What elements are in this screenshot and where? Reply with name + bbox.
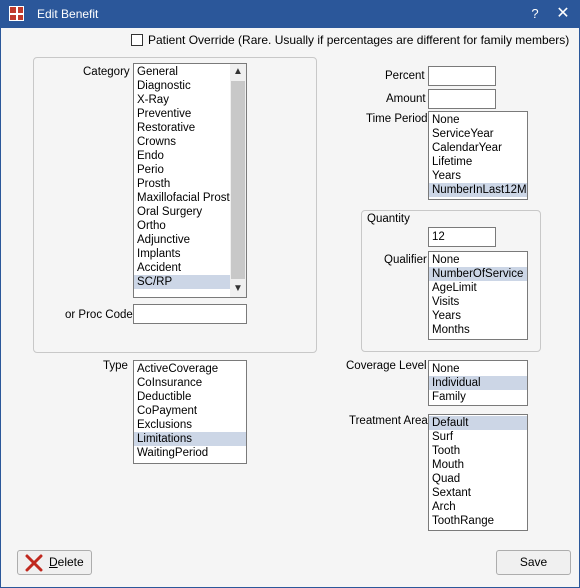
proc-code-input[interactable]	[133, 304, 247, 324]
scroll-thumb[interactable]	[231, 81, 245, 279]
qualifier-item-selected[interactable]: NumberOfService	[429, 267, 527, 281]
close-button[interactable]: ✕	[553, 4, 573, 24]
time-period-item[interactable]: None	[429, 113, 527, 127]
save-button[interactable]: Save	[496, 550, 571, 575]
qualifier-item[interactable]: Visits	[429, 295, 527, 309]
coverage-level-list[interactable]: None Individual Family	[428, 360, 528, 406]
percent-label: Percent	[385, 70, 425, 82]
category-item[interactable]: Accident	[134, 261, 231, 275]
qualifier-list[interactable]: None NumberOfService AgeLimit Visits Yea…	[428, 251, 528, 340]
time-period-item[interactable]: ServiceYear	[429, 127, 527, 141]
window-title: Edit Benefit	[37, 7, 99, 21]
category-item[interactable]: Preventive	[134, 107, 231, 121]
category-item[interactable]: Implants	[134, 247, 231, 261]
treatment-area-item[interactable]: Mouth	[429, 458, 527, 472]
help-button[interactable]: ?	[525, 4, 545, 24]
amount-input[interactable]	[428, 89, 496, 109]
category-item[interactable]: General	[134, 65, 231, 79]
time-period-list[interactable]: None ServiceYear CalendarYear Lifetime Y…	[428, 111, 528, 200]
save-button-label: Save	[519, 555, 548, 569]
time-period-item[interactable]: CalendarYear	[429, 141, 527, 155]
delete-button-label: Delete	[49, 555, 84, 569]
treatment-area-item-selected[interactable]: Default	[429, 416, 527, 430]
type-item[interactable]: CoPayment	[134, 404, 246, 418]
time-period-label: Time Period	[366, 113, 428, 125]
type-item[interactable]: Exclusions	[134, 418, 246, 432]
coverage-level-label: Coverage Level	[346, 360, 427, 372]
type-item[interactable]: WaitingPeriod	[134, 446, 246, 460]
category-label: Category	[83, 66, 130, 78]
treatment-area-item[interactable]: Quad	[429, 472, 527, 486]
category-item[interactable]: Perio	[134, 163, 231, 177]
category-item[interactable]: Restorative	[134, 121, 231, 135]
category-item[interactable]: Oral Surgery	[134, 205, 231, 219]
delete-button[interactable]: Delete	[17, 550, 92, 575]
coverage-level-item[interactable]: Family	[429, 390, 527, 404]
treatment-area-list[interactable]: Default Surf Tooth Mouth Quad Sextant Ar…	[428, 414, 528, 531]
qualifier-item[interactable]: AgeLimit	[429, 281, 527, 295]
patient-override-label: Patient Override (Rare. Usually if perce…	[148, 33, 570, 47]
edit-benefit-window: Edit Benefit ? ✕ Patient Override (Rare.…	[0, 0, 580, 588]
type-list[interactable]: ActiveCoverage CoInsurance Deductible Co…	[133, 360, 247, 464]
coverage-level-item-selected[interactable]: Individual	[429, 376, 527, 390]
coverage-level-item[interactable]: None	[429, 362, 527, 376]
type-label: Type	[103, 360, 128, 372]
treatment-area-item[interactable]: ToothRange	[429, 514, 527, 528]
category-item[interactable]: Ortho	[134, 219, 231, 233]
time-period-item-selected[interactable]: NumberInLast12M	[429, 183, 527, 197]
category-list[interactable]: General Diagnostic X-Ray Preventive Rest…	[133, 63, 247, 298]
quantity-group-label: Quantity	[367, 213, 410, 225]
scroll-up-arrow-icon[interactable]: ▲	[230, 64, 246, 80]
treatment-area-item[interactable]: Surf	[429, 430, 527, 444]
category-item[interactable]: Adjunctive	[134, 233, 231, 247]
type-item[interactable]: Deductible	[134, 390, 246, 404]
percent-input[interactable]	[428, 66, 496, 86]
time-period-item[interactable]: Lifetime	[429, 155, 527, 169]
type-item[interactable]: CoInsurance	[134, 376, 246, 390]
category-item[interactable]: Endo	[134, 149, 231, 163]
category-item[interactable]: Crowns	[134, 135, 231, 149]
time-period-item[interactable]: Years	[429, 169, 527, 183]
qualifier-label: Qualifier	[384, 254, 427, 266]
category-item[interactable]: Diagnostic	[134, 79, 231, 93]
treatment-area-item[interactable]: Tooth	[429, 444, 527, 458]
type-item[interactable]: ActiveCoverage	[134, 362, 246, 376]
category-item-selected[interactable]: SC/RP	[134, 275, 231, 289]
treatment-area-item[interactable]: Arch	[429, 500, 527, 514]
quantity-input[interactable]: 12	[428, 227, 496, 247]
app-grid-icon	[9, 6, 24, 21]
category-item[interactable]: Prosth	[134, 177, 231, 191]
qualifier-item[interactable]: None	[429, 253, 527, 267]
category-item[interactable]: Maxillofacial Prost	[134, 191, 231, 205]
type-item-selected[interactable]: Limitations	[134, 432, 246, 446]
qualifier-item[interactable]: Years	[429, 309, 527, 323]
red-x-delete-icon	[25, 554, 43, 572]
patient-override-checkbox[interactable]	[131, 34, 143, 46]
category-scrollbar[interactable]: ▲ ▼	[230, 64, 246, 297]
proc-code-label: or Proc Code	[65, 309, 133, 321]
treatment-area-item[interactable]: Sextant	[429, 486, 527, 500]
title-bar: Edit Benefit ? ✕	[1, 1, 579, 28]
treatment-area-label: Treatment Area	[349, 415, 428, 427]
scroll-down-arrow-icon[interactable]: ▼	[230, 281, 246, 297]
amount-label: Amount	[386, 93, 426, 105]
qualifier-item[interactable]: Months	[429, 323, 527, 337]
category-item[interactable]: X-Ray	[134, 93, 231, 107]
